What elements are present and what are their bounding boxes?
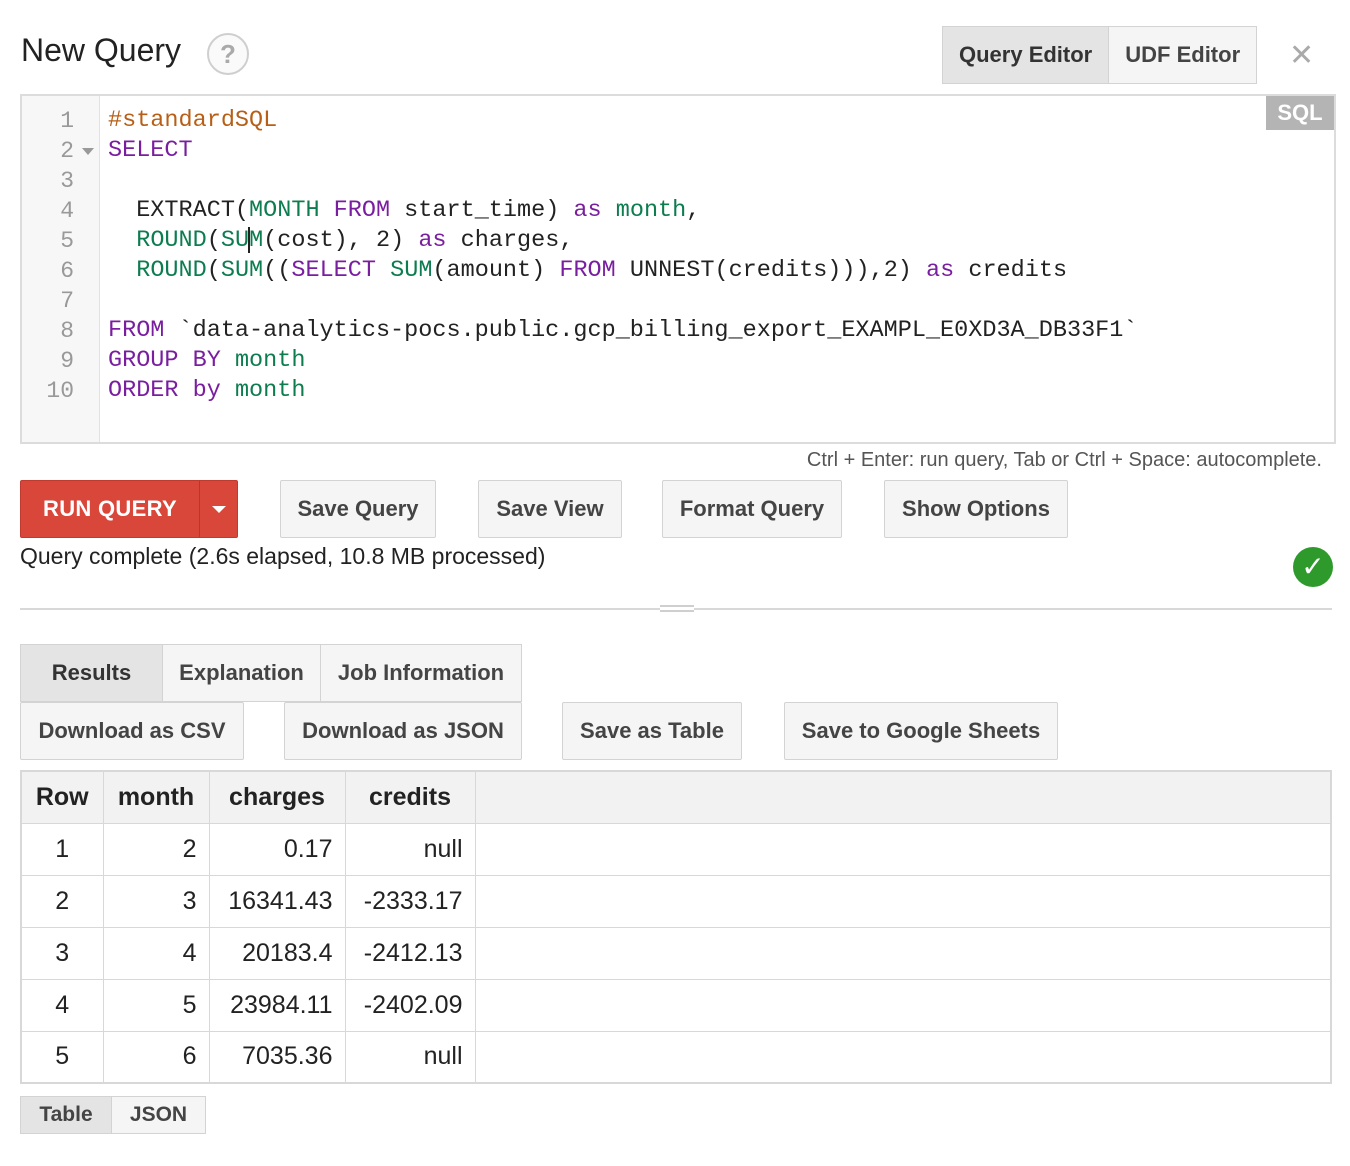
text-cursor xyxy=(248,226,251,253)
editor-tabs: Query Editor UDF Editor xyxy=(942,26,1258,84)
page-title: New Query xyxy=(21,32,182,68)
tab-query-editor[interactable]: Query Editor xyxy=(942,26,1110,84)
help-icon[interactable]: ? xyxy=(207,33,249,75)
line-number: 10 xyxy=(46,378,74,404)
line-number: 1 xyxy=(60,108,74,134)
code-line: SELECT xyxy=(108,137,193,164)
table-cell: null xyxy=(344,1030,476,1084)
tab-udf-editor[interactable]: UDF Editor xyxy=(1109,26,1258,84)
code-line: #standardSQL xyxy=(108,107,278,134)
result-tabs: Results Explanation Job Information xyxy=(20,644,522,702)
table-cell: -2402.09 xyxy=(344,978,476,1032)
download-json-button[interactable]: Download as JSON xyxy=(284,702,522,760)
save-view-button[interactable]: Save View xyxy=(478,480,622,538)
table-row: 1 2 0.17 null xyxy=(20,822,1332,876)
download-csv-button[interactable]: Download as CSV xyxy=(20,702,244,760)
empty-cell xyxy=(474,926,1332,980)
code-line: EXTRACT(MONTH FROM start_time) as month, xyxy=(108,197,701,224)
table-cell: 23984.11 xyxy=(208,978,346,1032)
line-number: 4 xyxy=(60,198,74,224)
table-cell: 2 xyxy=(102,822,210,876)
empty-cell xyxy=(474,1030,1332,1084)
code-line: ORDER by month xyxy=(108,377,306,404)
table-cell: 20183.4 xyxy=(208,926,346,980)
line-number-gutter: 1 2 3 4 5 6 7 8 9 10 xyxy=(22,96,100,442)
tab-job-information[interactable]: Job Information xyxy=(321,644,522,702)
line-number: 7 xyxy=(60,288,74,314)
empty-cell xyxy=(474,978,1332,1032)
line-number: 3 xyxy=(60,168,74,194)
run-options-dropdown[interactable] xyxy=(200,481,237,537)
column-header: charges xyxy=(208,770,346,824)
results-table: Row month charges credits 1 2 0.17 null … xyxy=(20,770,1332,1084)
table-row: 3 4 20183.4 -2412.13 xyxy=(20,926,1332,980)
table-cell: 5 xyxy=(102,978,210,1032)
empty-cell xyxy=(474,822,1332,876)
tab-table-view[interactable]: Table xyxy=(20,1096,112,1134)
table-header-row: Row month charges credits xyxy=(20,770,1332,824)
line-number: 9 xyxy=(60,348,74,374)
run-query-label[interactable]: RUN QUERY xyxy=(21,481,199,537)
chevron-down-icon xyxy=(211,505,226,513)
table-cell: 16341.43 xyxy=(208,874,346,928)
query-status: Query complete (2.6s elapsed, 10.8 MB pr… xyxy=(20,543,546,569)
sql-code[interactable]: #standardSQL SELECT EXTRACT(MONTH FROM st… xyxy=(108,106,1137,406)
table-row: 4 5 23984.11 -2402.09 xyxy=(20,978,1332,1032)
view-tabs: Table JSON xyxy=(20,1096,206,1134)
line-number: 5 xyxy=(60,228,74,254)
tab-results[interactable]: Results xyxy=(20,644,163,702)
fold-arrow-icon[interactable] xyxy=(82,148,94,155)
table-cell: 0.17 xyxy=(208,822,346,876)
table-cell: 4 xyxy=(102,926,210,980)
query-editor[interactable]: 1 2 3 4 5 6 7 8 9 10 #standardSQL SELECT … xyxy=(20,94,1336,444)
keyboard-hint: Ctrl + Enter: run query, Tab or Ctrl + S… xyxy=(806,449,1322,471)
save-as-table-button[interactable]: Save as Table xyxy=(562,702,742,760)
line-number: 6 xyxy=(60,258,74,284)
code-line: ROUND(SUM(cost), 2) as charges, xyxy=(136,226,574,254)
table-cell: null xyxy=(344,822,476,876)
close-icon[interactable]: ✕ xyxy=(1289,38,1314,73)
column-header: month xyxy=(102,770,210,824)
table-cell: 1 xyxy=(20,822,104,876)
table-cell: 7035.36 xyxy=(208,1030,346,1084)
column-header: Row xyxy=(20,770,104,824)
save-query-button[interactable]: Save Query xyxy=(280,480,436,538)
table-row: 2 3 16341.43 -2333.17 xyxy=(20,874,1332,928)
code-line: ROUND(SUM((SELECT SUM(amount) FROM UNNES… xyxy=(136,257,1068,284)
checkmark-icon: ✓ xyxy=(1293,547,1333,587)
empty-header xyxy=(474,770,1332,824)
table-row: 5 6 7035.36 null xyxy=(20,1030,1332,1084)
table-cell: -2333.17 xyxy=(344,874,476,928)
show-options-button[interactable]: Show Options xyxy=(884,480,1068,538)
line-number: 2 xyxy=(60,138,74,164)
tab-explanation[interactable]: Explanation xyxy=(163,644,321,702)
table-cell: 3 xyxy=(102,874,210,928)
run-query-button[interactable]: RUN QUERY xyxy=(20,480,238,538)
table-cell: 2 xyxy=(20,874,104,928)
table-cell: 6 xyxy=(102,1030,210,1084)
table-cell: -2412.13 xyxy=(344,926,476,980)
save-to-sheets-button[interactable]: Save to Google Sheets xyxy=(784,702,1058,760)
table-cell: 5 xyxy=(20,1030,104,1084)
table-cell: 4 xyxy=(20,978,104,1032)
line-number: 8 xyxy=(60,318,74,344)
resize-handle[interactable] xyxy=(660,603,694,615)
tab-json-view[interactable]: JSON xyxy=(112,1096,206,1134)
empty-cell xyxy=(474,874,1332,928)
table-cell: 3 xyxy=(20,926,104,980)
format-query-button[interactable]: Format Query xyxy=(662,480,842,538)
column-header: credits xyxy=(344,770,476,824)
language-badge: SQL xyxy=(1266,96,1334,130)
code-line: GROUP BY month xyxy=(108,347,306,374)
code-line: FROM `data-analytics-pocs.public.gcp_bil… xyxy=(108,317,1138,344)
